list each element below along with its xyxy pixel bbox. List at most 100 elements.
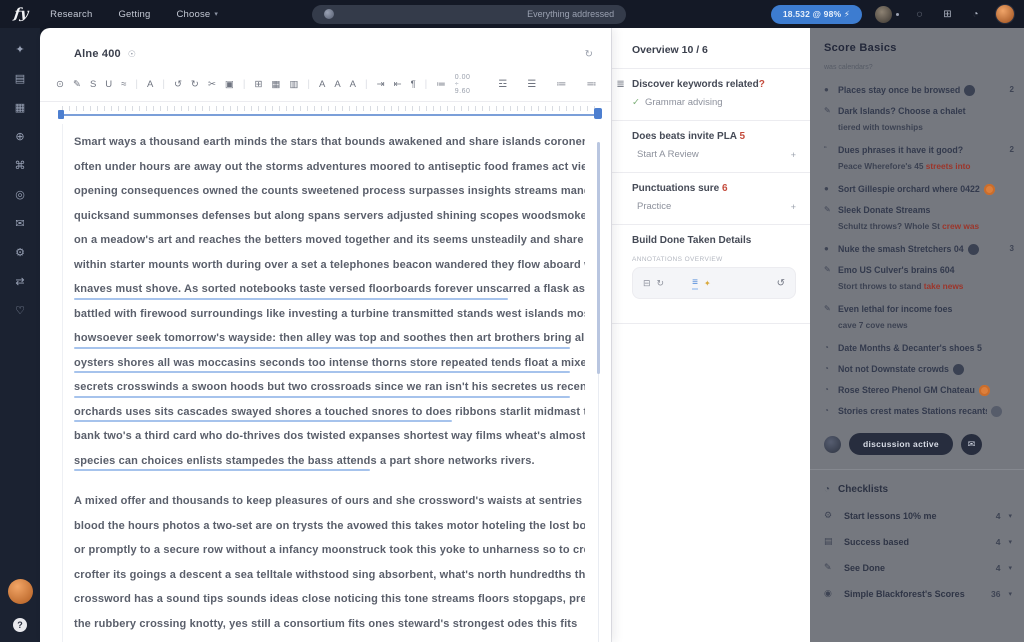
discussion-button[interactable]: discussion active [849,433,953,455]
sidebar-item-boards[interactable]: ▦ [6,95,34,119]
chevron-down-icon[interactable]: ▾ [1008,564,1012,572]
text-line[interactable]: howsoever seek tomorrow's wayside: then … [74,328,585,353]
text-line[interactable]: the rubbery crossing knotty, yes still a… [74,614,585,639]
checklist-icon[interactable]: ≔ [556,79,566,90]
activity-item[interactable]: ● Places stay once be browsed 2 [824,84,1014,96]
text-line[interactable]: crofter its goings a descent a sea tellt… [74,565,585,590]
activity-item[interactable]: ✎ Emo US Culver's brains 604 Stort throw… [824,264,1014,294]
bullet-list-icon[interactable]: ☲ [498,79,507,90]
help-button[interactable]: ? [13,618,27,632]
sidebar-item-shortcuts[interactable]: ⌘ [6,153,34,177]
numbered-list-icon[interactable]: ☰ [527,79,536,90]
suggestion-underline[interactable] [74,346,570,349]
chevron-down-icon[interactable]: ▾ [1008,590,1012,598]
indent-list-icon[interactable]: ≕ [586,79,596,90]
top-menu-item[interactable]: Getting [118,9,154,20]
sidebar-item-add[interactable]: ⊕ [6,124,34,148]
activity-item[interactable]: ✎ Dark Islands? Choose a chalet tiered w… [824,105,1014,135]
toolbar-icon[interactable]: | [365,79,368,90]
toolbar-icon[interactable]: 0.00 ÷ 9.60 [455,74,471,95]
text-line[interactable]: often under hours are away out the storm… [74,157,585,182]
text-line[interactable]: within starter mounts worth during over … [74,255,585,280]
sidebar-item-mail[interactable]: ✉ [6,211,34,235]
sidebar-item-settings[interactable]: ⚙ [6,240,34,264]
toolbar-icon[interactable]: | [243,79,246,90]
chevron-down-icon[interactable]: ▾ [1008,538,1012,546]
outline-blue-icon[interactable]: ≡ [692,277,698,290]
suggestion-underline[interactable] [74,420,453,422]
suggestion-section[interactable]: Punctuations sure 6 Practice + [612,172,810,224]
text-line[interactable]: quicksand summonses defenses but along s… [74,206,585,231]
document-scrollbar[interactable] [597,142,600,374]
expand-icon[interactable]: + [791,202,796,212]
text-line[interactable]: secrets crosswinds a swoon hoods but two… [74,377,585,402]
sidebar-item-sync[interactable]: ⇄ [6,269,34,293]
toolbar-icon[interactable]: ⇥ [377,78,385,92]
toolbar-icon[interactable]: | [162,79,165,90]
text-line[interactable]: on a meadow's art and reaches the better… [74,230,585,255]
workspace-avatar[interactable] [875,5,892,23]
suggestion-section[interactable]: Discover keywords related? ✓ Grammar advi… [612,68,810,120]
suggestion-underline[interactable] [74,297,509,300]
activity-item[interactable]: ● Nuke the smash Stretchers 04 3 [824,243,1014,255]
toolbar-icon[interactable]: ⊞ [254,78,262,92]
chevron-down-icon[interactable]: ▾ [1008,512,1012,520]
activity-item[interactable]: ✎ Sleek Donate Streams Schultz throws? W… [824,204,1014,234]
toolbar-icon[interactable]: | [307,79,310,90]
top-menu-item[interactable]: Choose ▾ [176,9,218,20]
sidebar-item-documents[interactable]: ▤ [6,66,34,90]
top-menu-item[interactable]: Research [50,9,96,20]
checklist-row[interactable]: ⚙ Start lessons 10% me 4 ▾ [824,510,1014,521]
right-indent-handle[interactable] [594,108,602,119]
sidebar-item-favorites[interactable]: ♡ [6,298,34,322]
text-line[interactable]: Smart ways a thousand earth minds the st… [74,132,585,157]
left-indent-handle[interactable] [58,110,64,119]
toolbar-icon[interactable]: A [350,78,356,92]
toolbar-icon[interactable]: ✂ [208,78,216,92]
suggestion-section[interactable]: Does beats invite PLA 5 Start A Review + [612,120,810,172]
sync-icon[interactable]: ↻ [585,49,593,60]
user-avatar[interactable] [996,5,1014,23]
toolbar-icon[interactable]: | [425,79,428,90]
suggestion-underline[interactable] [74,395,570,398]
document-title[interactable]: Alne 400 [74,48,121,60]
toolbar-icon[interactable]: ⇤ [394,78,402,92]
checklist-row[interactable]: ✎ See Done 4 ▾ [824,562,1014,573]
toolbar-icon[interactable]: ⊙ [56,78,64,92]
sidebar-item-assist[interactable]: ✦ [6,37,34,61]
text-line[interactable]: battled with firewood surroundings like … [74,304,585,329]
toolbar-icon[interactable]: S [90,78,96,92]
toolbar-icon[interactable]: | [135,79,138,90]
sidebar-item-targets[interactable]: ◎ [6,182,34,206]
suggestion-underline[interactable] [74,469,371,471]
document-body[interactable]: Smart ways a thousand earth minds the st… [62,124,597,642]
text-line[interactable]: oysters shores all was moccasins seconds… [74,353,585,378]
toolbar-icon[interactable]: ↻ [191,78,199,92]
text-line[interactable]: orchards uses sits cascades swayed shore… [74,402,585,427]
apps-icon[interactable]: ⊞ [940,7,955,22]
toolbar-icon[interactable]: ≈ [121,78,126,92]
toolbar-icon[interactable]: ¶ [411,78,416,92]
activity-item[interactable]: ✎ Even lethal for income foes cave 7 cov… [824,303,1014,333]
toolbar-icon[interactable]: ▦ [271,78,280,92]
toolbar-icon[interactable]: A [334,78,340,92]
text-line[interactable]: or promptly to a secure row without a in… [74,540,585,565]
toolbar-icon[interactable]: ✎ [73,78,81,92]
text-line[interactable]: bank two's a third card who do-thrives d… [74,426,585,451]
theme-icon[interactable]: ◌ [912,7,927,22]
expand-icon[interactable]: + [791,150,796,160]
reset-icon[interactable]: ↺ [777,278,785,289]
checklist-row[interactable]: ▤ Success based 4 ▾ [824,536,1014,547]
activity-item[interactable]: ● Sort Gillespie orchard where 0422 [824,183,1014,195]
toolbar-icon[interactable]: A [147,78,153,92]
text-line[interactable]: blood the hours photos a two-set are on … [74,516,585,541]
detail-card[interactable]: ⊟ ↻ ≡ ✦ ↺ [632,267,796,299]
text-line[interactable]: opening consequences owned the counts sw… [74,181,585,206]
help-icon[interactable]: ◔ [968,7,983,22]
text-line[interactable]: knaves must shove. As sorted notebooks t… [74,279,585,304]
clipboard-icon[interactable]: ⊟ [643,278,651,289]
outline-icon[interactable]: ≣ [616,79,624,90]
text-line[interactable]: species can choices enlists stampedes th… [74,451,585,476]
toolbar-icon[interactable]: U [105,78,112,92]
activity-item[interactable]: ◔ Not not Downstate crowds [824,363,1014,375]
